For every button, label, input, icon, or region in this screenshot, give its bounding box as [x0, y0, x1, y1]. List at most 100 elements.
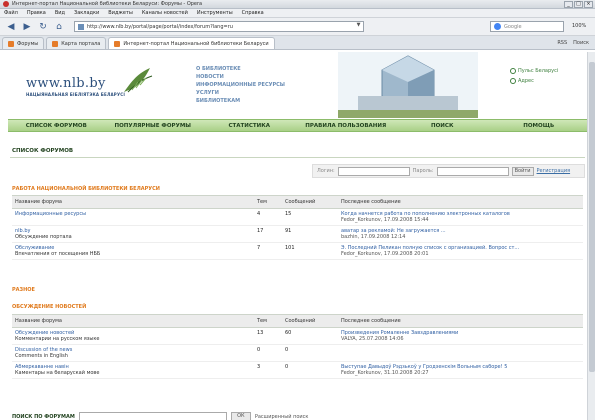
forum-nav: СПИСОК ФОРУМОВ ПОПУЛЯРНЫЕ ФОРУМЫ СТАТИСТ… [8, 119, 587, 132]
password-input[interactable] [436, 166, 509, 176]
forum-link[interactable]: Информационные ресурсы [15, 211, 86, 217]
back-icon[interactable]: ◀ [4, 20, 18, 34]
page-content: www.nlb.by НАЦЫЯНАЛЬНАЯ БІБЛІЯТЭКА БЕЛАР… [8, 52, 587, 420]
table-header: Название форума Тем Сообщений Последнее … [12, 195, 583, 209]
address-link[interactable]: Адрес [510, 78, 558, 84]
forum-topics: 4 [254, 208, 282, 226]
address-field[interactable]: http://www.nlb.by/portal/page/portal/ind… [74, 21, 364, 32]
maximize-icon[interactable]: □ [574, 0, 583, 8]
menu-widgets[interactable]: Виджеты [108, 10, 133, 16]
forum-messages: 0 [282, 361, 338, 379]
forum-desc: Каментары на беларускай мове [15, 370, 100, 376]
reload-icon[interactable]: ↻ [36, 20, 50, 34]
forum-desc: Обсуждение портала [15, 234, 72, 240]
login-button[interactable]: Войти [511, 166, 534, 176]
topic-resources[interactable]: ИНФОРМАЦИОННЫЕ РЕСУРСЫ [196, 82, 285, 88]
login-label: Логин: [317, 168, 335, 174]
forward-icon[interactable]: ▶ [20, 20, 34, 34]
home-icon[interactable]: ⌂ [52, 20, 66, 34]
minimize-icon[interactable]: _ [564, 0, 573, 8]
forum-desc: Комментарии на русском языке [15, 336, 100, 342]
nav-search[interactable]: ПОИСК [394, 123, 491, 129]
nav-help[interactable]: ПОМОЩЬ [491, 123, 588, 129]
table-header: Название форума Тем Сообщений Последнее … [12, 314, 583, 328]
register-link[interactable]: Регистрация [537, 168, 571, 174]
divider [10, 157, 585, 158]
location-icon [510, 78, 516, 84]
address-url: http://www.nlb.by/portal/page/portal/ind… [87, 23, 233, 30]
topic-news[interactable]: НОВОСТИ [196, 74, 285, 80]
forum-search: ПОИСК ПО ФОРУМАМ ОК Расширенный поиск [12, 412, 308, 420]
scrollbar-thumb[interactable] [589, 62, 595, 372]
menu-tools[interactable]: Инструменты [197, 10, 233, 16]
window-controls: _ □ × [564, 0, 595, 8]
menu-feeds[interactable]: Каналы новостей [142, 10, 188, 16]
tab-forums[interactable]: Форумы [2, 37, 45, 49]
tab-portal[interactable]: Интернет-портал Национальной библиотеки … [108, 37, 275, 49]
nav-popular[interactable]: ПОПУЛЯРНЫЕ ФОРУМЫ [105, 123, 202, 129]
table-row: Информационные ресурсы 4 15 Когда начнет… [12, 208, 583, 226]
close-icon[interactable]: × [584, 0, 593, 8]
last-post-author: Fedor_Korkunov, 17.09.2008 15:44 [341, 217, 429, 223]
pulse-link-label: Пульс Беларусі [518, 68, 559, 74]
web-search-field[interactable]: Google [490, 21, 564, 32]
forum-messages: 101 [282, 242, 338, 260]
col-last: Последнее сообщение [338, 195, 583, 209]
zoom-level[interactable]: 100% [572, 23, 590, 32]
col-topics: Тем [254, 195, 282, 209]
forum-desc: Впечатления от посещения НББ [15, 251, 101, 257]
pulse-icon [510, 68, 516, 74]
last-post-author: bazhin, 17.09.2008 12:14 [341, 234, 406, 240]
nav-rules[interactable]: ПРАВИЛА ПОЛЬЗОВАНИЯ [298, 123, 395, 129]
topic-services[interactable]: УСЛУГИ [196, 90, 285, 96]
category-title: РАЗНОЕ [12, 287, 35, 293]
table-row: Обслуживание Впечатления от посещения НББ… [12, 242, 583, 260]
find-button[interactable]: Поиск [573, 40, 589, 46]
menu-edit[interactable]: Правка [27, 10, 46, 16]
last-post-author: Fedor_Korkunov, 17.09.2008 20:01 [341, 251, 429, 257]
col-messages: Сообщений [282, 314, 338, 328]
col-name: Название форума [12, 195, 254, 209]
menu-bookmarks[interactable]: Закладки [74, 10, 99, 16]
logo-leaf-icon [124, 68, 153, 93]
rss-button[interactable]: RSS [557, 40, 567, 46]
last-post-author: VALYA, 25.07.2008 14:06 [341, 336, 404, 342]
forum-search-button[interactable]: ОК [230, 412, 251, 420]
col-last: Последнее сообщение [338, 314, 583, 328]
tabbar-tools: RSS Поиск [557, 40, 595, 49]
menu-help[interactable]: Справка [242, 10, 264, 16]
tab-label: Форумы [17, 40, 39, 47]
tab-sitemap[interactable]: Карта портала [46, 37, 107, 49]
nav-statistics[interactable]: СТАТИСТИКА [201, 123, 298, 129]
menu-file[interactable]: Файл [4, 10, 18, 16]
page-icon [8, 40, 14, 47]
nav-toolbar: ◀ ▶ ↻ ⌂ http://www.nlb.by/portal/page/po… [0, 18, 595, 36]
login-input[interactable] [337, 166, 410, 176]
menu-view[interactable]: Вид [55, 10, 65, 16]
vertical-scrollbar[interactable] [587, 52, 595, 420]
tab-label: Интернет-портал Национальной библиотеки … [123, 40, 269, 47]
topic-libraries[interactable]: БИБЛИОТЕКАМ [196, 98, 285, 104]
advanced-search-link[interactable]: Расширенный поиск [255, 414, 309, 420]
col-messages: Сообщений [282, 195, 338, 209]
nav-forum-list[interactable]: СПИСОК ФОРУМОВ [8, 123, 105, 129]
site-logo[interactable]: www.nlb.by [26, 76, 106, 91]
forum-topics: 3 [254, 361, 282, 379]
forum-search-input[interactable] [78, 412, 227, 420]
forum-table: Название форума Тем Сообщений Последнее … [12, 195, 583, 260]
address-link-label: Адрес [518, 78, 534, 84]
pulse-link[interactable]: Пульс Беларусі [510, 68, 558, 74]
table-row: Абмеркаванне навін Каментары на беларуска… [12, 361, 583, 379]
login-form: Логин: Пароль: Войти Регистрация [312, 164, 585, 178]
forum-messages: 0 [282, 344, 338, 362]
window-title: Интернет-портал Национальной библиотеки … [12, 1, 203, 7]
forum-topics: 13 [254, 327, 282, 345]
forum-messages: 91 [282, 225, 338, 243]
col-topics: Тем [254, 314, 282, 328]
header-links: Пульс Беларусі Адрес [510, 68, 558, 84]
topic-about[interactable]: О БИБЛИОТЕКЕ [196, 66, 285, 72]
chevron-down-icon[interactable]: ▼ [354, 22, 363, 31]
forum-messages: 60 [282, 327, 338, 345]
forum-desc: Comments in English [15, 353, 68, 359]
opera-icon [3, 1, 9, 7]
